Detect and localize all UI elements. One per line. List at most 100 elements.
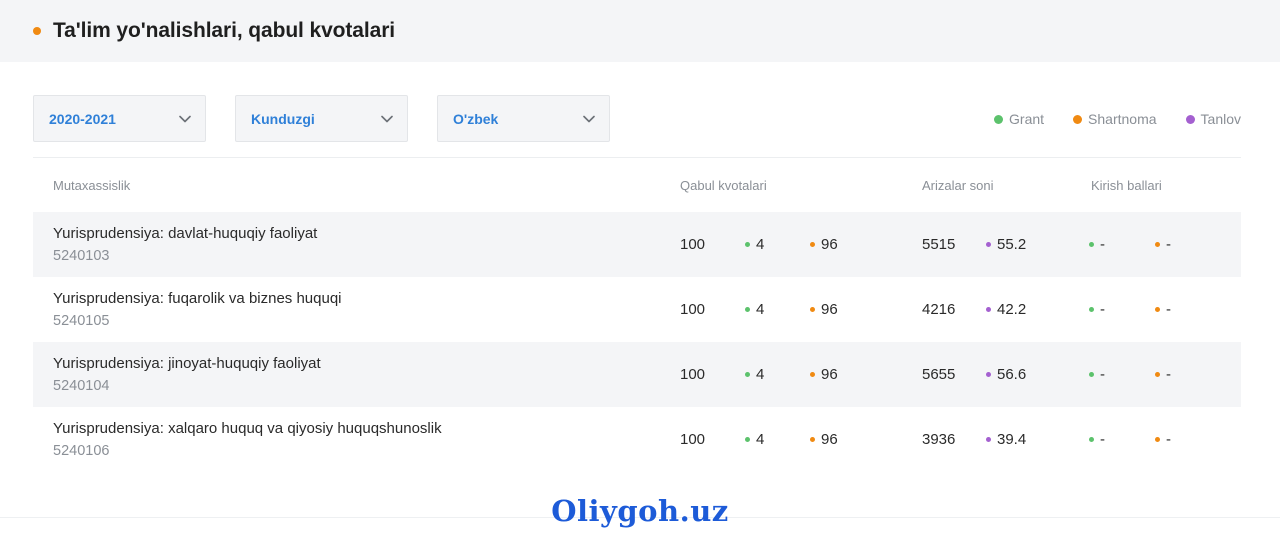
column-header-specialty: Mutaxassislik bbox=[53, 178, 131, 193]
quota-grant: 4 bbox=[756, 236, 765, 253]
score-contract-cell: - bbox=[1155, 301, 1171, 318]
specialty-name: Yurisprudensiya: jinoyat-huquqiy faoliya… bbox=[53, 355, 321, 372]
table-row: Yurisprudensiya: jinoyat-huquqiy faoliya… bbox=[33, 342, 1241, 407]
quota-total-cell: 100 bbox=[680, 366, 705, 383]
quota-grant-cell: 4 bbox=[745, 366, 764, 383]
legend-item-grant: Grant bbox=[994, 111, 1044, 127]
quota-contract-cell: 96 bbox=[810, 366, 838, 383]
specialty-name: Yurisprudensiya: xalqaro huquq va qiyosi… bbox=[53, 420, 442, 437]
quota-total-cell: 100 bbox=[680, 236, 705, 253]
bullet-dot-icon bbox=[810, 307, 815, 312]
competition-ratio-cell: 42.2 bbox=[986, 301, 1026, 318]
bullet-dot-icon bbox=[810, 372, 815, 377]
watermark: Oliygoh.uz bbox=[551, 494, 729, 528]
score-contract: - bbox=[1166, 236, 1171, 253]
quota-contract-cell: 96 bbox=[810, 236, 838, 253]
language-select[interactable]: O'zbek bbox=[437, 95, 610, 142]
score-contract-cell: - bbox=[1155, 366, 1171, 383]
year-select-value: 2020-2021 bbox=[49, 110, 116, 127]
specialty-code: 5240106 bbox=[53, 443, 110, 459]
bullet-dot-icon bbox=[986, 307, 991, 312]
legend-label: Tanlov bbox=[1200, 111, 1241, 127]
score-grant: - bbox=[1100, 431, 1105, 448]
bullet-dot-icon bbox=[810, 242, 815, 247]
table-row: Yurisprudensiya: fuqarolik va biznes huq… bbox=[33, 277, 1241, 342]
language-select-value: O'zbek bbox=[453, 110, 499, 127]
bullet-dot-icon bbox=[810, 437, 815, 442]
table-row: Yurisprudensiya: xalqaro huquq va qiyosi… bbox=[33, 407, 1241, 472]
score-grant-cell: - bbox=[1089, 431, 1105, 448]
quota-total: 100 bbox=[680, 236, 706, 253]
chevron-down-icon bbox=[381, 115, 393, 122]
page-header: Ta'lim yo'nalishlari, qabul kvotalari bbox=[0, 0, 1280, 62]
quota-grant: 4 bbox=[756, 301, 765, 318]
legend-label: Grant bbox=[1009, 111, 1045, 127]
bullet-dot-icon bbox=[1155, 437, 1160, 442]
quota-contract: 96 bbox=[821, 301, 838, 318]
competition-ratio: 55.2 bbox=[997, 236, 1027, 253]
bullet-dot-icon bbox=[745, 242, 750, 247]
study-form-select[interactable]: Kunduzgi bbox=[235, 95, 408, 142]
specialty-code: 5240104 bbox=[53, 378, 110, 394]
bullet-dot-icon bbox=[986, 437, 991, 442]
bullet-dot-icon bbox=[1089, 437, 1094, 442]
score-grant: - bbox=[1100, 366, 1105, 383]
quota-contract-cell: 96 bbox=[810, 301, 838, 318]
applications-count: 3936 bbox=[922, 431, 956, 448]
applications-count: 5655 bbox=[922, 366, 956, 383]
competition-ratio: 39.4 bbox=[997, 431, 1027, 448]
quota-grant-cell: 4 bbox=[745, 236, 764, 253]
quota-contract-cell: 96 bbox=[810, 431, 838, 448]
legend-item-selection: Tanlov bbox=[1185, 111, 1241, 127]
legend-dot-icon bbox=[1185, 114, 1195, 124]
table-row: Yurisprudensiya: davlat-huquqiy faoliyat… bbox=[33, 212, 1241, 277]
column-header-scores: Kirish ballari bbox=[1091, 178, 1162, 193]
quota-total: 100 bbox=[680, 301, 706, 318]
quota-total-cell: 100 bbox=[680, 301, 705, 318]
column-header-quotas: Qabul kvotalari bbox=[680, 178, 767, 193]
specialty-code: 5240103 bbox=[53, 248, 110, 264]
specialty-name: Yurisprudensiya: davlat-huquqiy faoliyat bbox=[53, 225, 318, 242]
competition-ratio-cell: 39.4 bbox=[986, 431, 1026, 448]
score-contract: - bbox=[1166, 301, 1171, 318]
bullet-dot-icon bbox=[1155, 307, 1160, 312]
page-title: Ta'lim yo'nalishlari, qabul kvotalari bbox=[53, 19, 396, 42]
score-contract-cell: - bbox=[1155, 431, 1171, 448]
legend-item-contract: Shartnoma bbox=[1073, 111, 1157, 127]
quota-grant: 4 bbox=[756, 366, 765, 383]
applications-count: 5515 bbox=[922, 236, 956, 253]
bullet-dot-icon bbox=[745, 372, 750, 377]
chevron-down-icon bbox=[583, 115, 595, 122]
competition-ratio-cell: 55.2 bbox=[986, 236, 1026, 253]
score-grant: - bbox=[1100, 301, 1105, 318]
competition-ratio-cell: 56.6 bbox=[986, 366, 1026, 383]
applications-count-cell: 4216 bbox=[922, 301, 955, 318]
applications-count: 4216 bbox=[922, 301, 956, 318]
year-select[interactable]: 2020-2021 bbox=[33, 95, 206, 142]
column-header-applications: Arizalar soni bbox=[922, 178, 994, 193]
score-contract: - bbox=[1166, 431, 1171, 448]
bullet-dot-icon bbox=[986, 242, 991, 247]
filter-bar: 2020-2021 Kunduzgi O'zbek bbox=[33, 95, 639, 142]
applications-count-cell: 3936 bbox=[922, 431, 955, 448]
competition-ratio: 42.2 bbox=[997, 301, 1027, 318]
specialty-code: 5240105 bbox=[53, 313, 110, 329]
applications-count-cell: 5655 bbox=[922, 366, 955, 383]
quota-contract: 96 bbox=[821, 366, 838, 383]
quota-total: 100 bbox=[680, 431, 706, 448]
applications-count-cell: 5515 bbox=[922, 236, 955, 253]
quota-total-cell: 100 bbox=[680, 431, 705, 448]
score-contract-cell: - bbox=[1155, 236, 1171, 253]
score-grant-cell: - bbox=[1089, 236, 1105, 253]
quota-grant: 4 bbox=[756, 431, 765, 448]
bullet-dot-icon bbox=[745, 307, 750, 312]
quota-total: 100 bbox=[680, 366, 706, 383]
chevron-down-icon bbox=[179, 115, 191, 122]
title-bullet-icon bbox=[33, 27, 41, 35]
quota-grant-cell: 4 bbox=[745, 431, 764, 448]
competition-ratio: 56.6 bbox=[997, 366, 1027, 383]
legend-dot-icon bbox=[994, 114, 1004, 124]
bullet-dot-icon bbox=[1089, 372, 1094, 377]
score-grant-cell: - bbox=[1089, 301, 1105, 318]
bullet-dot-icon bbox=[1155, 242, 1160, 247]
